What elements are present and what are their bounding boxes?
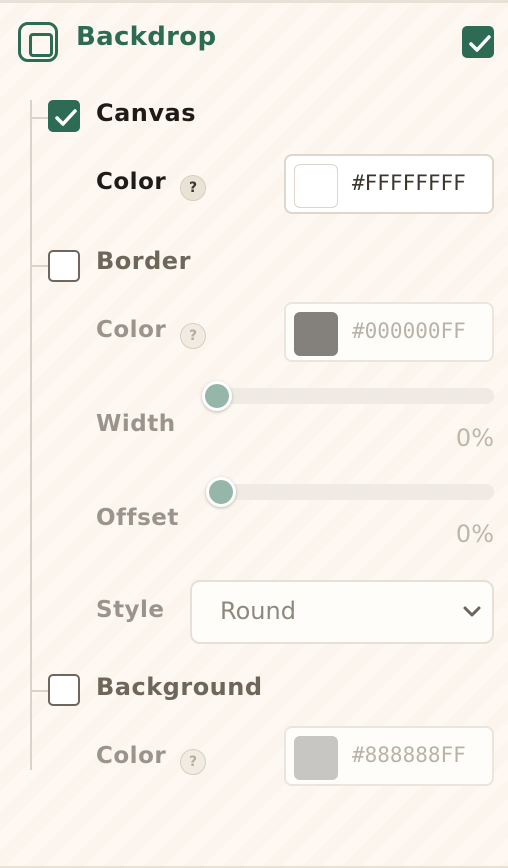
canvas-color-label: Color xyxy=(96,169,167,195)
help-icon[interactable]: ? xyxy=(180,749,206,775)
border-label: Border xyxy=(96,247,191,275)
border-width-slider-thumb[interactable] xyxy=(202,381,232,411)
canvas-color-field[interactable]: #FFFFFFFF xyxy=(284,154,494,214)
canvas-color-hex[interactable]: #FFFFFFFF xyxy=(352,171,466,195)
tree-branch xyxy=(30,265,48,267)
backdrop-enable-checkbox[interactable] xyxy=(462,26,494,58)
help-icon[interactable]: ? xyxy=(180,175,206,201)
border-color-label: Color xyxy=(96,317,167,343)
border-offset-slider-thumb[interactable] xyxy=(206,477,236,507)
panel-title: Backdrop xyxy=(76,22,217,52)
background-color-swatch[interactable] xyxy=(294,736,338,780)
canvas-checkbox[interactable] xyxy=(48,100,80,132)
background-label: Background xyxy=(96,673,263,701)
border-checkbox[interactable] xyxy=(48,250,80,282)
tree-branch xyxy=(30,117,48,119)
border-width-label: Width xyxy=(96,411,176,437)
help-icon[interactable]: ? xyxy=(180,323,206,349)
canvas-label: Canvas xyxy=(96,99,197,127)
tree-guide-line xyxy=(30,100,32,770)
background-color-hex[interactable]: #888888FF xyxy=(352,743,466,767)
border-offset-value: 0% xyxy=(455,520,494,548)
border-width-value: 0% xyxy=(455,424,494,452)
background-color-field[interactable]: #888888FF xyxy=(284,726,494,786)
border-offset-label: Offset xyxy=(96,505,179,531)
border-color-field[interactable]: #000000FF xyxy=(284,302,494,362)
checkmark-icon xyxy=(469,35,491,52)
border-style-select[interactable]: Round xyxy=(190,580,494,644)
background-checkbox[interactable] xyxy=(48,674,80,706)
border-color-hex[interactable]: #000000FF xyxy=(352,319,466,343)
border-style-label: Style xyxy=(96,597,165,623)
border-color-swatch[interactable] xyxy=(294,312,338,356)
square-frame-icon xyxy=(18,22,58,62)
tree-branch xyxy=(30,690,48,692)
background-color-label: Color xyxy=(96,743,167,769)
border-style-value: Round xyxy=(220,597,296,625)
border-width-slider[interactable] xyxy=(210,388,494,404)
chevron-down-icon xyxy=(463,606,481,617)
checkmark-icon xyxy=(55,109,77,126)
border-offset-slider[interactable] xyxy=(210,484,494,500)
canvas-color-swatch[interactable] xyxy=(294,164,338,208)
top-divider xyxy=(0,0,508,3)
